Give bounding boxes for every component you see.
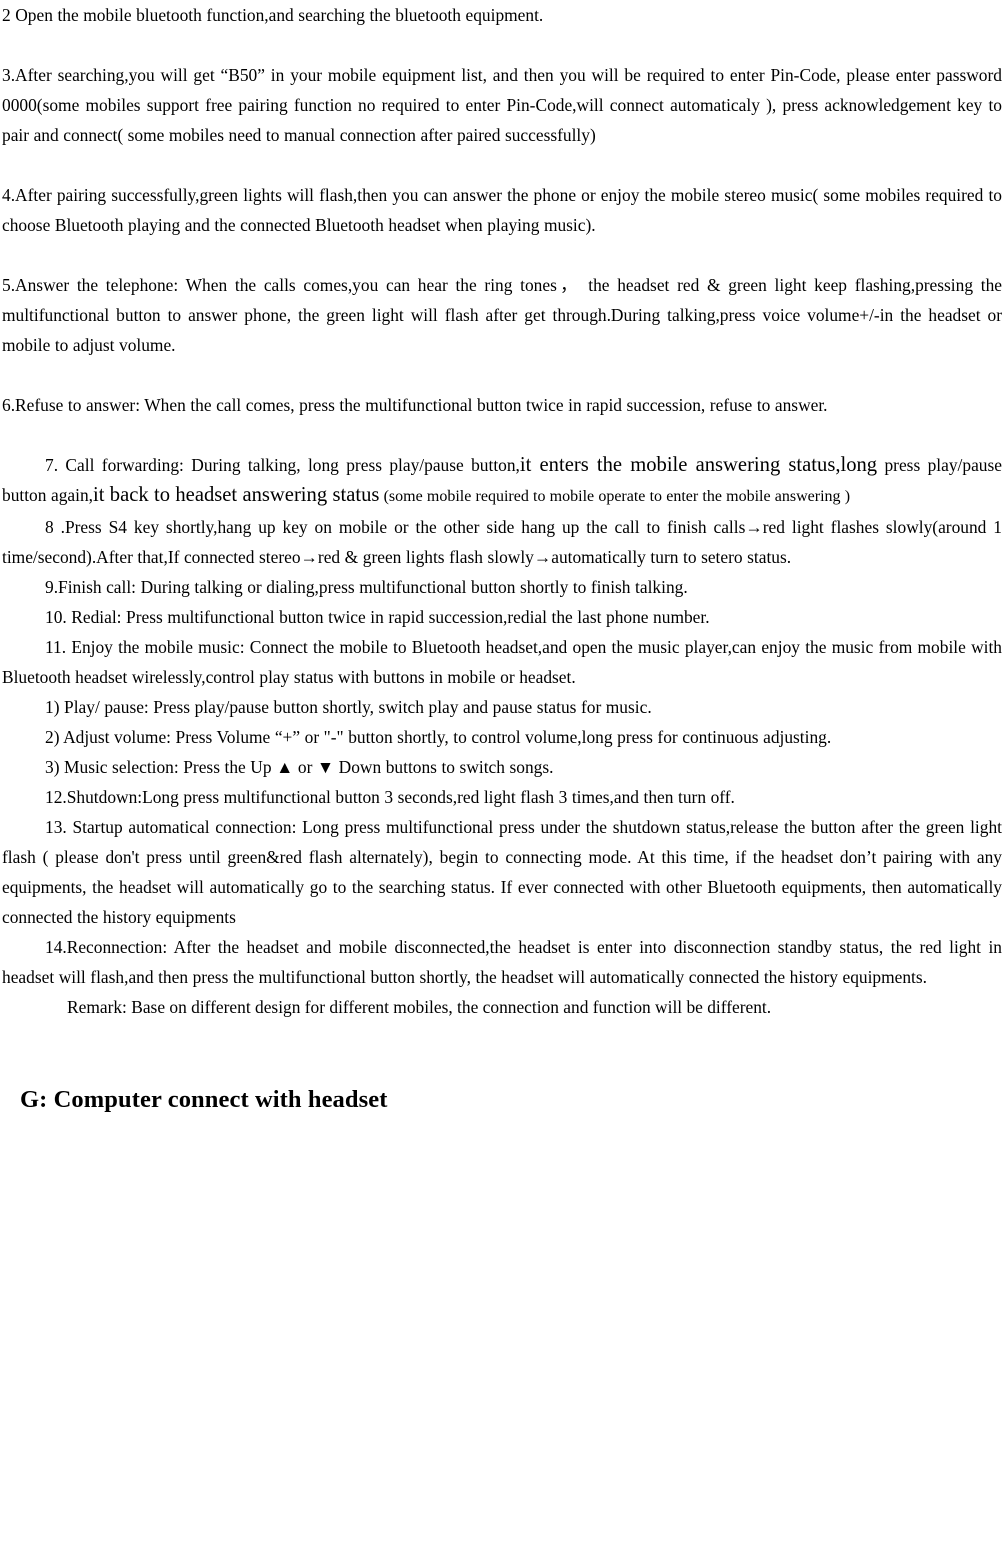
paragraph-item-4: 4.After pairing successfully,green light…: [2, 185, 1002, 235]
paragraph-item-11-sub-1-play-pause: 1) Play/ pause: Press play/pause button …: [45, 697, 652, 717]
paragraph-item-11-sub-3-music-selection: 3) Music selection: Press the Up ▲ or ▼ …: [45, 757, 554, 777]
item-7-emphasis-enters-mobile-answering: it enters the mobile answering status,lo…: [519, 454, 878, 476]
paragraph-item-11: 11. Enjoy the mobile music: Connect the …: [2, 637, 1002, 687]
remark-note: Remark: Base on different design for dif…: [67, 997, 772, 1017]
paragraph-item-5: 5.Answer the telephone: When the calls c…: [2, 275, 1002, 355]
item-7-note-small: (some mobile required to mobile operate …: [379, 488, 851, 505]
paragraph-item-8: 8 .Press S4 key shortly,hang up key on m…: [2, 517, 1002, 567]
paragraph-item-2: 2 Open the mobile bluetooth function,and…: [2, 5, 544, 25]
paragraph-item-9: 9.Finish call: During talking or dialing…: [45, 577, 688, 597]
item-7-text-intro: 7. Call forwarding: During talking, long…: [45, 455, 520, 475]
document-page: 2 Open the mobile bluetooth function,and…: [0, 0, 1004, 1544]
paragraph-item-7: 7. Call forwarding: During talking, long…: [2, 450, 1002, 512]
section-heading-g: G: Computer connect with headset: [20, 1086, 388, 1113]
item-7-emphasis-back-to-headset: it back to headset answering status: [93, 484, 380, 506]
paragraph-item-12: 12.Shutdown:Long press multifunctional b…: [45, 787, 735, 807]
paragraph-item-6: 6.Refuse to answer: When the call comes,…: [2, 395, 828, 415]
paragraph-item-3: 3.After searching,you will get “B50” in …: [2, 65, 1002, 145]
paragraph-item-10: 10. Redial: Press multifunctional button…: [45, 607, 710, 627]
paragraph-item-14: 14.Reconnection: After the headset and m…: [2, 937, 1002, 987]
paragraph-item-13: 13. Startup automatical connection: Long…: [2, 817, 1002, 927]
paragraph-item-11-sub-2-adjust-volume: 2) Adjust volume: Press Volume “+” or "-…: [45, 727, 832, 747]
